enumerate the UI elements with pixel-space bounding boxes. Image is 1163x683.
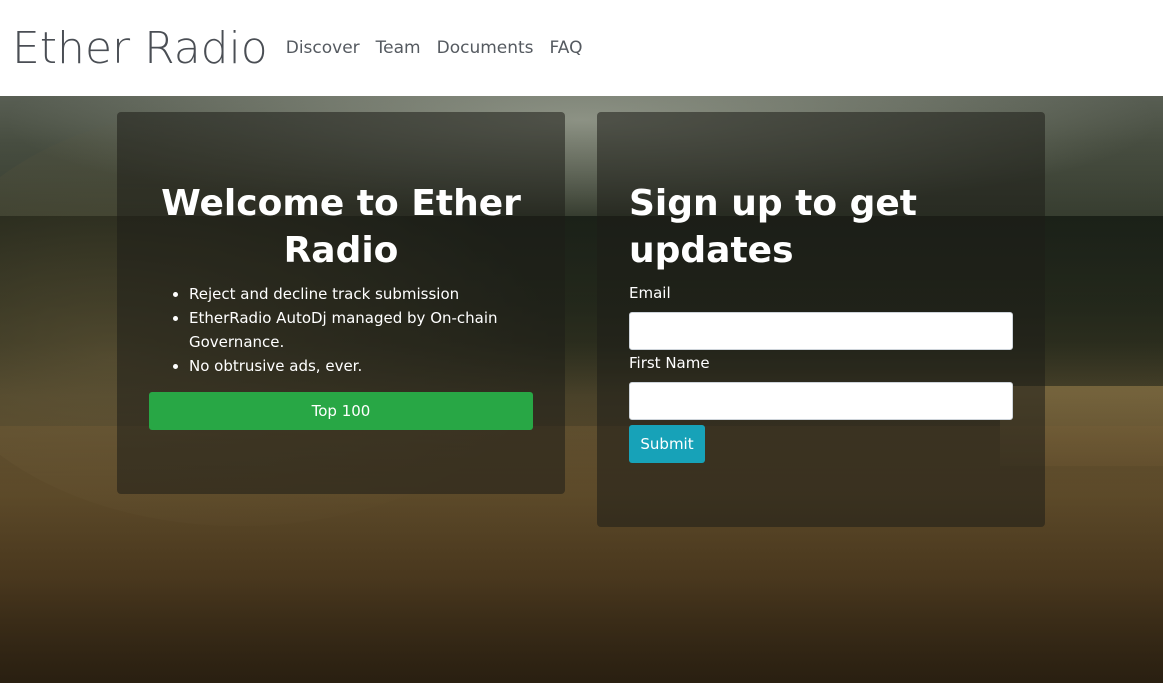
welcome-title: Welcome to Ether Radio — [161, 183, 521, 271]
nav-link-team[interactable]: Team — [368, 38, 429, 58]
nav-link-faq[interactable]: FAQ — [542, 38, 591, 58]
top-100-button[interactable]: Top 100 — [149, 392, 533, 430]
signup-title: Sign up to get updates — [629, 183, 917, 271]
feature-list: Reject and decline track submission Ethe… — [189, 282, 529, 378]
nav-link-documents[interactable]: Documents — [429, 38, 542, 58]
nav-link-discover[interactable]: Discover — [278, 38, 368, 58]
email-label: Email — [629, 284, 671, 302]
welcome-card: Welcome to Ether Radio Reject and declin… — [117, 112, 565, 494]
navbar: Ether Radio Discover Team Documents FAQ — [0, 0, 1163, 96]
feature-item: EtherRadio AutoDj managed by On-chain Go… — [189, 306, 529, 354]
email-field[interactable] — [629, 312, 1013, 350]
feature-item: No obtrusive ads, ever. — [189, 354, 529, 378]
nav-links: Discover Team Documents FAQ — [278, 38, 591, 58]
first-name-field[interactable] — [629, 382, 1013, 420]
brand-logo[interactable]: Ether Radio — [12, 23, 268, 74]
feature-item: Reject and decline track submission — [189, 282, 529, 306]
first-name-label: First Name — [629, 354, 710, 372]
hero-section: Welcome to Ether Radio Reject and declin… — [0, 96, 1163, 683]
submit-button[interactable]: Submit — [629, 425, 705, 463]
signup-card: Sign up to get updates Email First Name … — [597, 112, 1045, 527]
